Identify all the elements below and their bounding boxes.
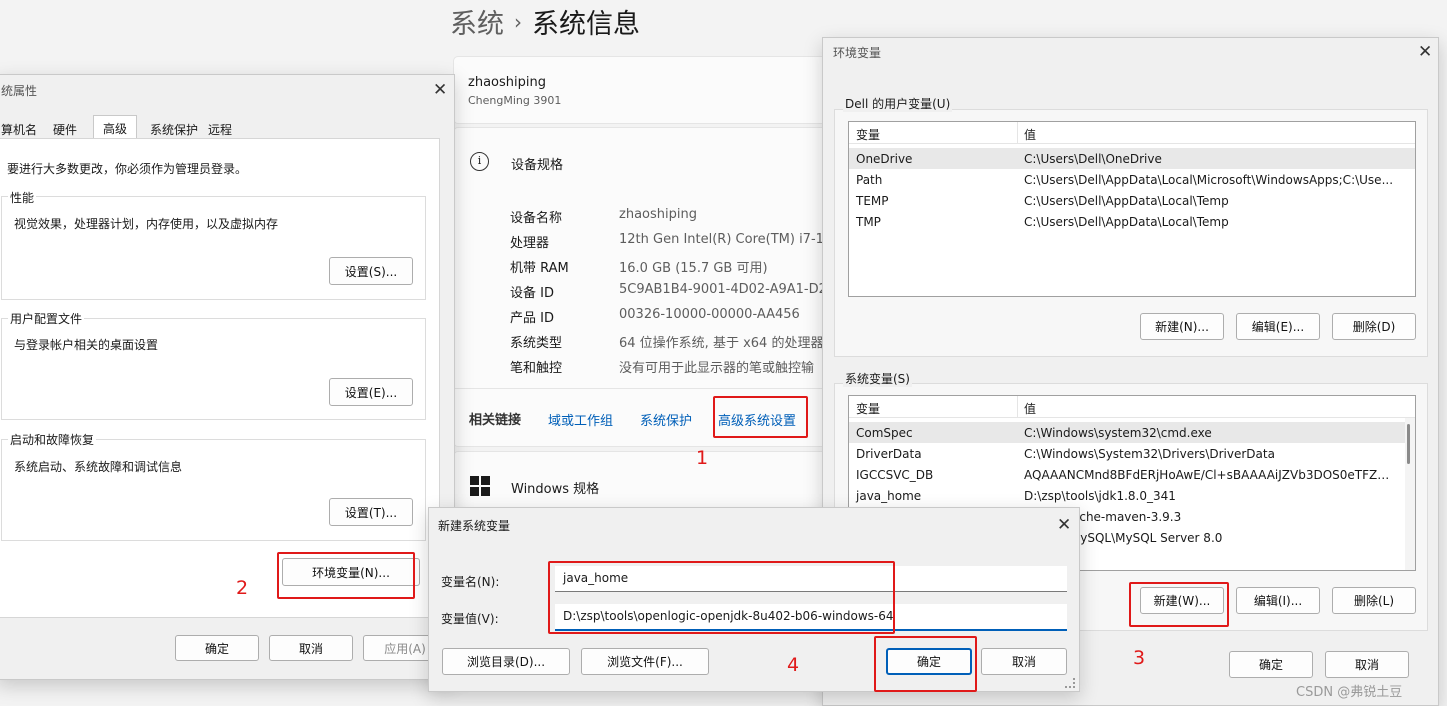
list-item[interactable]: ComSpec C:\Windows\system32\cmd.exe (849, 422, 1415, 443)
breadcrumb-parent[interactable]: 系统 (450, 9, 504, 40)
annotation-box-env-button (277, 552, 415, 599)
column-header-variable[interactable]: 变量 (856, 400, 880, 417)
scrollbar[interactable] (1405, 418, 1415, 570)
link-system-protection[interactable]: 系统保护 (640, 410, 692, 429)
scrollbar-thumb[interactable] (1407, 424, 1410, 464)
windows-logo-icon (470, 476, 490, 496)
list-item[interactable]: TMP C:\Users\Dell\AppData\Local\Temp (849, 211, 1415, 232)
annotation-box-advanced-settings (713, 396, 808, 438)
windows-spec-title: Windows 规格 (511, 482, 600, 497)
ok-button[interactable]: 确定 (175, 635, 259, 661)
annotation-number-4: 4 (787, 654, 800, 676)
spec-label-processor: 处理器 (510, 236, 550, 251)
annotation-box-inputs (548, 561, 895, 634)
startup-recovery-desc: 系统启动、系统故障和调试信息 (14, 460, 183, 474)
list-item[interactable]: DriverData C:\Windows\System32\Drivers\Dr… (849, 443, 1415, 464)
user-profiles-desc: 与登录帐户相关的桌面设置 (14, 338, 159, 352)
breadcrumb: 系统 › 系统信息 (450, 2, 640, 41)
spec-label-pen-touch: 笔和触控 (510, 361, 563, 376)
spec-value-product-id: 00326-10000-00000-AA456 (619, 307, 800, 322)
system-edit-button[interactable]: 编辑(I)... (1236, 587, 1320, 614)
spec-value-device-name: zhaoshiping (619, 207, 697, 222)
resize-grip-icon[interactable] (1065, 678, 1075, 688)
cancel-button[interactable]: 取消 (1325, 651, 1409, 678)
user-variables-title: Dell 的用户变量(U) (843, 95, 953, 112)
spec-label-device-id: 设备 ID (510, 286, 554, 301)
breadcrumb-separator: › (514, 10, 522, 34)
close-icon[interactable]: ✕ (1418, 44, 1432, 61)
spec-label-device-name: 设备名称 (510, 211, 563, 226)
annotation-number-1: 1 (696, 447, 709, 469)
list-item[interactable]: OneDrive C:\Users\Dell\OneDrive (849, 148, 1415, 169)
browse-directory-button[interactable]: 浏览目录(D)... (442, 648, 570, 675)
admin-note: 要进行大多数更改，你必须作为管理员登录。 (7, 162, 248, 176)
column-header-variable[interactable]: 变量 (856, 126, 880, 143)
user-profiles-group-title: 用户配置文件 (8, 310, 85, 327)
column-header-value[interactable]: 值 (1024, 126, 1036, 143)
cancel-button[interactable]: 取消 (269, 635, 353, 661)
dialog-title: 新建系统变量 (438, 519, 511, 533)
performance-desc: 视觉效果，处理器计划，内存使用，以及虚拟内存 (14, 217, 279, 231)
user-variables-list[interactable]: 变量 值 OneDrive C:\Users\Dell\OneDrive Path… (848, 121, 1416, 297)
annotation-number-3: 3 (1133, 647, 1146, 669)
column-header-value[interactable]: 值 (1024, 400, 1036, 417)
variable-value-label: 变量值(V): (441, 612, 499, 626)
close-icon[interactable]: ✕ (433, 82, 447, 99)
watermark: CSDN @弗锐土豆 (1296, 685, 1403, 700)
device-model: ChengMing 3901 (468, 94, 562, 107)
startup-recovery-group-title: 启动和故障恢复 (8, 431, 97, 448)
related-links-label: 相关链接 (469, 413, 522, 428)
dialog-title: 统属性 (1, 84, 38, 98)
spec-label-product-id: 产品 ID (510, 311, 554, 326)
list-header: 变量 值 (849, 122, 1415, 144)
ok-button[interactable]: 确定 (1229, 651, 1313, 678)
spec-value-ram: 16.0 GB (15.7 GB 可用) (619, 261, 768, 276)
page-title: 系统信息 (532, 9, 640, 40)
system-delete-button[interactable]: 删除(L) (1332, 587, 1416, 614)
user-profiles-settings-button[interactable]: 设置(E)... (329, 378, 413, 406)
spec-value-processor: 12th Gen Intel(R) Core(TM) i7-127 (619, 232, 841, 247)
list-item[interactable]: java_home D:\zsp\tools\jdk1.8.0_341 (849, 485, 1415, 506)
spec-label-ram: 机带 RAM (510, 261, 569, 276)
device-header-card: zhaoshiping ChengMing 3901 (453, 56, 833, 124)
annotation-box-ok (874, 636, 977, 692)
annotation-box-system-new (1129, 582, 1229, 627)
list-item[interactable]: TEMP C:\Users\Dell\AppData\Local\Temp (849, 190, 1415, 211)
startup-recovery-settings-button[interactable]: 设置(T)... (329, 498, 413, 526)
close-icon[interactable]: ✕ (1057, 517, 1071, 534)
user-new-button[interactable]: 新建(N)... (1140, 313, 1224, 340)
link-domain-workgroup[interactable]: 域或工作组 (548, 410, 613, 429)
spec-section-title: 设备规格 (511, 158, 564, 173)
cancel-button[interactable]: 取消 (981, 648, 1067, 675)
system-variables-title: 系统变量(S) (843, 370, 912, 387)
dialog-title: 环境变量 (833, 46, 882, 60)
spec-value-pen-touch: 没有可用于此显示器的笔或触控输 (619, 361, 815, 376)
spec-value-device-id: 5C9AB1B4-9001-4D02-A9A1-D27E (619, 282, 844, 297)
performance-settings-button[interactable]: 设置(S)... (329, 257, 413, 285)
list-item[interactable]: IGCCSVC_DB AQAAANCMnd8BFdERjHoAwE/Cl+sBAA… (849, 464, 1415, 485)
browse-file-button[interactable]: 浏览文件(F)... (581, 648, 709, 675)
variable-name-label: 变量名(N): (441, 575, 500, 589)
info-icon: i (470, 152, 489, 171)
user-delete-button[interactable]: 删除(D) (1332, 313, 1416, 340)
list-header: 变量 值 (849, 396, 1415, 418)
spec-divider (454, 388, 832, 389)
spec-label-system-type: 系统类型 (510, 336, 563, 351)
annotation-number-2: 2 (236, 577, 249, 599)
performance-group-title: 性能 (8, 189, 37, 206)
device-name-header: zhaoshiping (468, 75, 546, 90)
list-item[interactable]: Path C:\Users\Dell\AppData\Local\Microsof… (849, 169, 1415, 190)
user-edit-button[interactable]: 编辑(E)... (1236, 313, 1320, 340)
spec-value-system-type: 64 位操作系统, 基于 x64 的处理器 (619, 336, 824, 351)
